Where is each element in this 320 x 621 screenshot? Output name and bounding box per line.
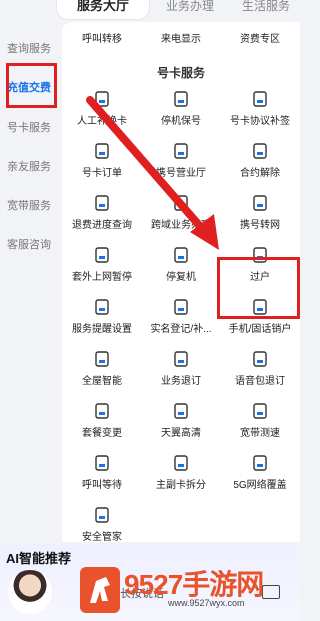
keyboard-icon[interactable] [262,585,280,599]
watermark-logo [80,567,120,613]
watermark-url: www.9527wyx.com [168,598,245,608]
ai-avatar [8,570,52,614]
ai-title: AI智能推荐 [6,551,72,566]
watermark-text: 9527手游网 [124,569,264,600]
annotation-arrow [86,96,219,250]
